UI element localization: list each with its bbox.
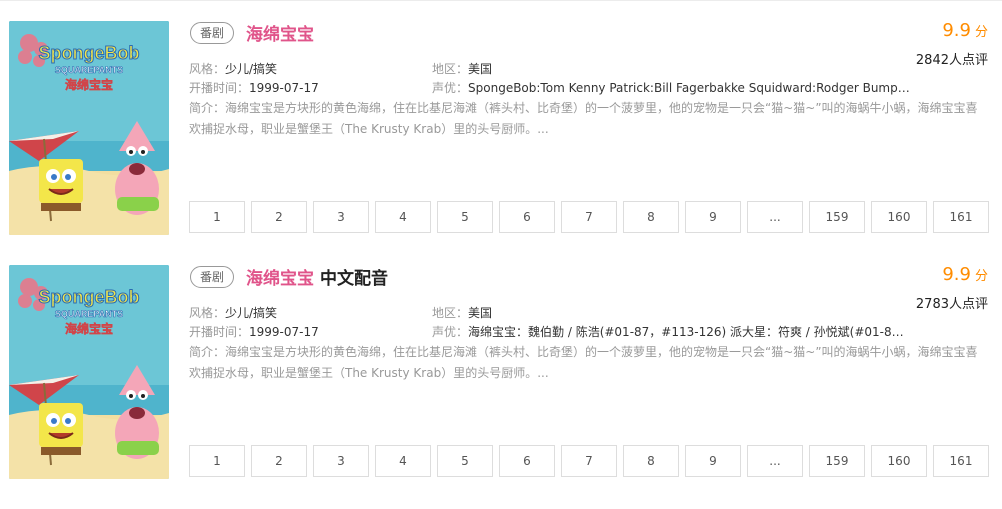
poster-logo-subtext: SQUAREPANTS: [55, 65, 123, 75]
poster-logo-cn: 海绵宝宝: [65, 321, 113, 336]
top-divider: [0, 0, 1002, 1]
title-name[interactable]: 海绵宝宝: [246, 25, 314, 45]
anime-result-card: SpongeBob SQUAREPANTS 海绵宝宝 番剧 海绵宝宝 9.9 分 …: [0, 16, 1002, 246]
region-label: 地区：: [432, 306, 469, 320]
genre-value: 少儿/搞笑: [225, 62, 278, 76]
synopsis: 简介：海绵宝宝是方块形的黄色海绵，住在比基尼海滩（裤头村、比奇堡）的一个菠萝里，…: [189, 101, 978, 136]
spongebob-poster-art: SpongeBob SQUAREPANTS 海绵宝宝: [9, 21, 169, 235]
spongebob-poster-art: SpongeBob SQUAREPANTS 海绵宝宝: [9, 265, 169, 479]
cast-value: SpongeBob:Tom Kenny Patrick:Bill Fagerba…: [468, 81, 910, 95]
cast-field: 声优：海绵宝宝：魏伯勤 / 陈浩(#01-87，#113-126) 派大星：符爽…: [432, 323, 910, 341]
episode-button[interactable]: 6: [499, 201, 555, 233]
region-value: 美国: [468, 62, 493, 76]
cast-value: 海绵宝宝：魏伯勤 / 陈浩(#01-87，#113-126) 派大星：符爽 / …: [468, 325, 910, 339]
episode-button[interactable]: 1: [189, 445, 245, 477]
episode-button[interactable]: 9: [685, 201, 741, 233]
airdate-value: 1999-07-17: [249, 325, 319, 339]
anime-result-card: SpongeBob SQUAREPANTS 海绵宝宝 番剧 海绵宝宝 中文配音 9…: [0, 260, 1002, 490]
episode-more-button[interactable]: ...: [747, 445, 803, 477]
episode-button[interactable]: 5: [437, 445, 493, 477]
episode-more-button[interactable]: ...: [747, 201, 803, 233]
region-field: 地区：美国: [432, 304, 492, 322]
genre-value: 少儿/搞笑: [225, 306, 278, 320]
episode-button[interactable]: 9: [685, 445, 741, 477]
airdate-label: 开播时间：: [189, 325, 250, 339]
episode-button[interactable]: 160: [871, 201, 927, 233]
synopsis: 简介：海绵宝宝是方块形的黄色海绵，住在比基尼海滩（裤头村、比奇堡）的一个菠萝里，…: [189, 345, 978, 380]
genre-label: 风格：: [189, 306, 226, 320]
airdate-field: 开播时间：1999-07-17: [189, 79, 319, 97]
score-unit: 分: [974, 269, 988, 284]
episode-button[interactable]: 2: [251, 201, 307, 233]
genre-field: 风格：少儿/搞笑: [189, 304, 277, 322]
episode-button[interactable]: 161: [933, 201, 989, 233]
genre-label: 风格：: [189, 62, 226, 76]
type-badge: 番剧: [190, 266, 234, 288]
episode-button[interactable]: 1: [189, 201, 245, 233]
episode-button[interactable]: 159: [809, 201, 865, 233]
genre-field: 风格：少儿/搞笑: [189, 60, 277, 78]
episode-button[interactable]: 4: [375, 201, 431, 233]
episode-button[interactable]: 7: [561, 445, 617, 477]
score-value: 9.9: [942, 20, 971, 41]
score-value: 9.9: [942, 264, 971, 285]
cast-label: 声优：: [432, 325, 469, 339]
poster-logo-text: SpongeBob: [39, 43, 140, 63]
title-link[interactable]: 海绵宝宝: [246, 20, 320, 45]
region-label: 地区：: [432, 62, 469, 76]
episode-list: 1 2 3 4 5 6 7 8 9 ... 159 160 161: [189, 201, 989, 233]
title-name[interactable]: 海绵宝宝: [246, 269, 314, 289]
episode-button[interactable]: 8: [623, 445, 679, 477]
episode-button[interactable]: 3: [313, 201, 369, 233]
cast-field: 声优：SpongeBob:Tom Kenny Patrick:Bill Fage…: [432, 79, 910, 97]
review-count: 2842人点评: [915, 53, 988, 68]
cast-label: 声优：: [432, 81, 469, 95]
type-badge: 番剧: [190, 22, 234, 44]
poster-logo-text: SpongeBob: [39, 287, 140, 307]
episode-button[interactable]: 6: [499, 445, 555, 477]
poster-image[interactable]: SpongeBob SQUAREPANTS 海绵宝宝: [9, 265, 169, 479]
episode-button[interactable]: 161: [933, 445, 989, 477]
episode-button[interactable]: 160: [871, 445, 927, 477]
review-count: 2783人点评: [915, 297, 988, 312]
score: 9.9 分: [942, 20, 988, 41]
title-suffix: 中文配音: [320, 269, 388, 289]
episode-button[interactable]: 159: [809, 445, 865, 477]
title-link[interactable]: 海绵宝宝 中文配音: [246, 264, 388, 289]
episode-button[interactable]: 8: [623, 201, 679, 233]
poster-logo-cn: 海绵宝宝: [65, 77, 113, 92]
region-field: 地区：美国: [432, 60, 492, 78]
airdate-label: 开播时间：: [189, 81, 250, 95]
score: 9.9 分: [942, 264, 988, 285]
poster-image[interactable]: SpongeBob SQUAREPANTS 海绵宝宝: [9, 21, 169, 235]
poster-logo-subtext: SQUAREPANTS: [55, 309, 123, 319]
episode-button[interactable]: 2: [251, 445, 307, 477]
episode-button[interactable]: 5: [437, 201, 493, 233]
episode-list: 1 2 3 4 5 6 7 8 9 ... 159 160 161: [189, 445, 989, 477]
airdate-field: 开播时间：1999-07-17: [189, 323, 319, 341]
episode-button[interactable]: 4: [375, 445, 431, 477]
region-value: 美国: [468, 306, 493, 320]
episode-button[interactable]: 7: [561, 201, 617, 233]
episode-button[interactable]: 3: [313, 445, 369, 477]
score-unit: 分: [974, 25, 988, 40]
airdate-value: 1999-07-17: [249, 81, 319, 95]
